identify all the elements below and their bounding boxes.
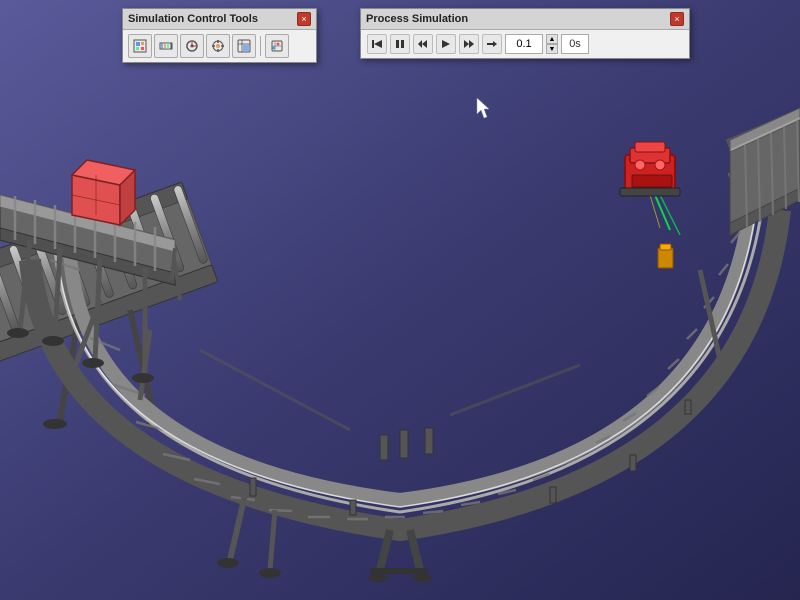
- rewind-to-start-btn[interactable]: [367, 34, 387, 54]
- fast-forward-icon: [463, 38, 475, 50]
- sim-tool-btn-6[interactable]: [265, 34, 289, 58]
- tool3-icon: [185, 39, 199, 53]
- arrow-forward-btn[interactable]: [482, 34, 502, 54]
- arrow-forward-icon: [486, 38, 498, 50]
- tool5-icon: [237, 39, 251, 53]
- speed-spinner: ▲ ▼: [546, 34, 558, 54]
- play-btn[interactable]: [436, 34, 456, 54]
- sim-control-titlebar[interactable]: Simulation Control Tools ×: [123, 9, 316, 30]
- tool2-icon: [159, 39, 173, 53]
- speed-down-btn[interactable]: ▼: [546, 44, 558, 54]
- step-back-icon: [417, 38, 429, 50]
- tool6-icon: [270, 39, 284, 53]
- tool1-icon: [133, 39, 147, 53]
- sim-control-title: Simulation Control Tools: [128, 13, 258, 25]
- sim-tool-btn-2[interactable]: [154, 34, 178, 58]
- speed-input[interactable]: [505, 34, 543, 54]
- speed-up-btn[interactable]: ▲: [546, 34, 558, 44]
- rewind-start-icon: [371, 38, 383, 50]
- time-display: 0s: [561, 34, 589, 54]
- process-sim-close-btn[interactable]: ×: [670, 12, 684, 26]
- sim-tool-btn-3[interactable]: [180, 34, 204, 58]
- play-icon: [440, 38, 452, 50]
- sim-tool-btn-1[interactable]: [128, 34, 152, 58]
- process-sim-body: ▲ ▼ 0s: [361, 30, 689, 58]
- process-sim-title: Process Simulation: [366, 13, 468, 25]
- pause-icon: [394, 38, 406, 50]
- tool4-icon: [211, 39, 225, 53]
- sim-control-body: [123, 30, 316, 62]
- simulation-control-toolbar: Simulation Control Tools ×: [122, 8, 317, 63]
- step-back-btn[interactable]: [413, 34, 433, 54]
- process-sim-titlebar[interactable]: Process Simulation ×: [361, 9, 689, 30]
- sim-tool-btn-4[interactable]: [206, 34, 230, 58]
- toolbar-separator: [260, 36, 261, 56]
- sim-control-close-btn[interactable]: ×: [297, 12, 311, 26]
- sim-tool-btn-5[interactable]: [232, 34, 256, 58]
- process-simulation-toolbar: Process Simulation ×: [360, 8, 690, 59]
- conveyor-svg: [0, 0, 800, 600]
- pause-btn[interactable]: [390, 34, 410, 54]
- fast-forward-btn[interactable]: [459, 34, 479, 54]
- cad-viewport[interactable]: [0, 0, 800, 600]
